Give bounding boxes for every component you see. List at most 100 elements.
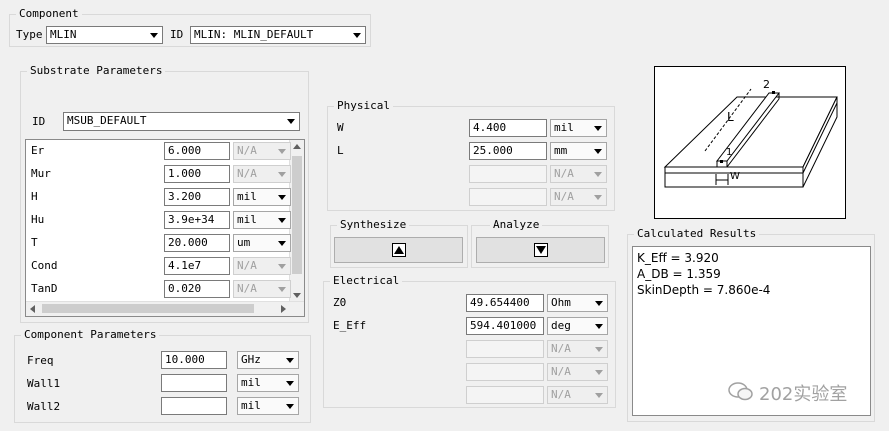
microstrip-diagram: 2 1 L W bbox=[654, 66, 846, 219]
physical-extra-input-1 bbox=[469, 165, 547, 183]
chevron-down-icon bbox=[595, 393, 603, 398]
physical-label-l: L bbox=[337, 144, 344, 157]
substrate-group-title: Substrate Parameters bbox=[27, 64, 166, 78]
result-a-db: A_DB = 1.359 bbox=[637, 267, 721, 281]
chevron-down-icon bbox=[278, 195, 286, 200]
component-id-value: MLIN: MLIN_DEFAULT bbox=[194, 28, 314, 41]
type-select[interactable]: MLIN bbox=[46, 26, 163, 44]
scroll-left-icon[interactable] bbox=[30, 305, 35, 313]
analyze-button[interactable] bbox=[476, 237, 605, 263]
chevron-down-icon bbox=[594, 195, 602, 200]
unit-value: mil bbox=[241, 376, 261, 389]
unit-value: mil bbox=[237, 190, 257, 203]
h-unit-select[interactable]: mil bbox=[233, 188, 291, 206]
tand-input[interactable]: 0.020 bbox=[164, 280, 230, 298]
electrical-extra-input-2 bbox=[466, 363, 544, 381]
chevron-down-icon bbox=[594, 149, 602, 154]
w-input[interactable]: 4.400 bbox=[469, 119, 547, 137]
scroll-down-icon[interactable] bbox=[293, 293, 301, 298]
wall2-unit-select[interactable]: mil bbox=[237, 397, 299, 415]
arrow-up-icon bbox=[391, 243, 406, 257]
l-unit-select[interactable]: mm bbox=[550, 142, 607, 160]
er-unit-select: N/A bbox=[233, 142, 291, 160]
physical-extra-input-2 bbox=[469, 188, 547, 206]
param-label-hu: Hu bbox=[31, 213, 45, 226]
wall2-input[interactable] bbox=[161, 397, 227, 415]
substrate-id-select[interactable]: MSUB_DEFAULT bbox=[63, 112, 300, 131]
result-k-eff: K_Eff = 3.920 bbox=[637, 251, 719, 265]
eeff-input[interactable]: 594.401000 bbox=[466, 317, 544, 335]
physical-extra-unit-2: N/A bbox=[550, 188, 607, 206]
unit-value: mm bbox=[554, 144, 568, 157]
mur-unit-select: N/A bbox=[233, 165, 291, 183]
mur-input[interactable]: 1.000 bbox=[164, 165, 230, 183]
substrate-id-value: MSUB_DEFAULT bbox=[67, 114, 147, 127]
scrollbar-thumb[interactable] bbox=[42, 304, 254, 313]
t-unit-select[interactable]: um bbox=[233, 234, 291, 252]
unit-value: GHz bbox=[241, 353, 261, 366]
type-label: Type bbox=[16, 28, 43, 41]
electrical-label-eeff: E_Eff bbox=[333, 319, 367, 332]
type-select-value: MLIN bbox=[50, 28, 77, 41]
diagram-label-l: L bbox=[727, 110, 734, 124]
chevron-down-icon bbox=[278, 264, 286, 269]
electrical-extra-unit-1: N/A bbox=[547, 340, 608, 358]
electrical-extra-unit-3: N/A bbox=[547, 386, 608, 404]
unit-value: mil bbox=[241, 399, 261, 412]
watermark-text: 202实验室 bbox=[759, 384, 848, 405]
electrical-extra-input-3 bbox=[466, 386, 544, 404]
unit-value: N/A bbox=[237, 259, 257, 272]
unit-value: um bbox=[237, 236, 251, 249]
microstrip-drawing bbox=[663, 88, 838, 188]
unit-value: N/A bbox=[551, 388, 571, 401]
hu-unit-select[interactable]: mil bbox=[233, 211, 291, 229]
z0-input[interactable]: 49.654400 bbox=[466, 294, 544, 312]
wechat-icon bbox=[728, 382, 753, 401]
chevron-down-icon bbox=[278, 149, 286, 154]
analyze-title: Analyze bbox=[490, 218, 543, 232]
scrollbar-thumb[interactable] bbox=[292, 156, 302, 274]
scroll-up-icon[interactable] bbox=[293, 144, 301, 149]
chevron-down-icon bbox=[595, 370, 603, 375]
param-label-wall1: Wall1 bbox=[27, 377, 61, 390]
unit-value: N/A bbox=[551, 365, 571, 378]
component-group-title: Component bbox=[16, 7, 82, 21]
horizontal-scrollbar[interactable] bbox=[26, 301, 304, 316]
physical-extra-unit-1: N/A bbox=[550, 165, 607, 183]
arrow-down-icon bbox=[533, 243, 548, 257]
eeff-unit-select[interactable]: deg bbox=[547, 317, 608, 335]
unit-value: mil bbox=[237, 213, 257, 226]
electrical-extra-input-1 bbox=[466, 340, 544, 358]
chevron-down-icon bbox=[278, 241, 286, 246]
t-input[interactable]: 20.000 bbox=[164, 234, 230, 252]
physical-label-w: W bbox=[337, 121, 344, 134]
z0-unit-select[interactable]: Ohm bbox=[547, 294, 608, 312]
unit-value: N/A bbox=[554, 190, 574, 203]
chevron-down-icon bbox=[594, 172, 602, 177]
unit-value: Ohm bbox=[551, 296, 571, 309]
er-input[interactable]: 6.000 bbox=[164, 142, 230, 160]
hu-input[interactable]: 3.9e+34 bbox=[164, 211, 230, 229]
chevron-down-icon bbox=[353, 33, 361, 38]
freq-unit-select[interactable]: GHz bbox=[237, 351, 299, 369]
result-skin-depth: SkinDepth = 7.860e-4 bbox=[637, 283, 771, 297]
physical-group-title: Physical bbox=[334, 99, 393, 113]
param-label-er: Er bbox=[31, 144, 45, 157]
w-unit-select[interactable]: mil bbox=[550, 119, 607, 137]
cond-input[interactable]: 4.1e7 bbox=[164, 257, 230, 275]
h-input[interactable]: 3.200 bbox=[164, 188, 230, 206]
unit-value: N/A bbox=[554, 167, 574, 180]
chevron-down-icon bbox=[595, 347, 603, 352]
wall1-input[interactable] bbox=[161, 374, 227, 392]
synthesize-button[interactable] bbox=[334, 237, 463, 263]
wall1-unit-select[interactable]: mil bbox=[237, 374, 299, 392]
component-params-title: Component Parameters bbox=[21, 328, 160, 342]
scroll-right-icon[interactable] bbox=[281, 305, 286, 313]
l-input[interactable]: 25.000 bbox=[469, 142, 547, 160]
component-id-select[interactable]: MLIN: MLIN_DEFAULT bbox=[190, 26, 366, 44]
vertical-scrollbar[interactable] bbox=[289, 140, 304, 302]
diagram-label-port2: 2 bbox=[763, 78, 770, 91]
freq-input[interactable]: 10.000 bbox=[161, 351, 227, 369]
chevron-down-icon bbox=[594, 126, 602, 131]
unit-value: N/A bbox=[237, 167, 257, 180]
